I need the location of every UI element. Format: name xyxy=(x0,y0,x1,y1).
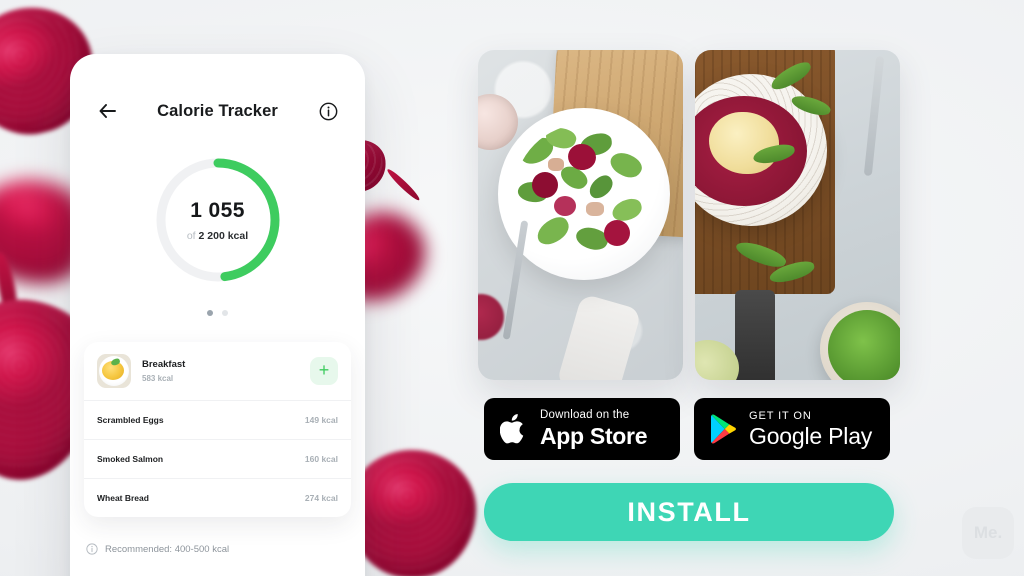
store-badges: Download on the App Store GET IT ON Goog… xyxy=(484,398,890,460)
food-row[interactable]: Wheat Bread 274 kcal xyxy=(84,478,351,517)
meal-thumbnail xyxy=(97,354,131,388)
recommendation-note: Recommended: 400-500 kcal xyxy=(70,517,365,555)
food-photo-gallery xyxy=(478,50,900,380)
back-button[interactable] xyxy=(94,98,120,124)
app-store-badge[interactable]: Download on the App Store xyxy=(484,398,680,460)
google-play-badge[interactable]: GET IT ON Google Play xyxy=(694,398,890,460)
google-play-small-text: GET IT ON xyxy=(749,409,812,422)
food-photo-carpaccio xyxy=(695,50,900,380)
food-calories: 160 kcal xyxy=(304,454,338,464)
pagination-dot-2[interactable] xyxy=(222,310,228,316)
app-header: Calorie Tracker xyxy=(70,54,365,124)
recommendation-text: Recommended: 400-500 kcal xyxy=(105,543,230,555)
food-name: Scrambled Eggs xyxy=(97,415,164,425)
meal-header-row[interactable]: Breakfast 583 kcal + xyxy=(84,342,351,400)
meals-card: Breakfast 583 kcal + Scrambled Eggs 149 … xyxy=(84,342,351,517)
info-circle-icon xyxy=(319,102,337,120)
poster-background: Calorie Tracker 1 055 of 2 200 kcal Brea… xyxy=(0,0,1024,576)
calories-goal: 2 200 kcal xyxy=(198,229,249,242)
plus-icon: + xyxy=(318,360,330,380)
google-play-big-text: Google Play xyxy=(749,422,873,449)
meal-calories: 583 kcal xyxy=(142,374,174,383)
add-food-button[interactable]: + xyxy=(310,357,338,385)
arrow-left-icon xyxy=(99,104,116,118)
calorie-progress-ring: 1 055 of 2 200 kcal xyxy=(154,156,282,284)
info-button[interactable] xyxy=(315,98,341,124)
page-title: Calorie Tracker xyxy=(157,101,278,120)
food-calories: 149 kcal xyxy=(304,415,338,425)
app-store-big-text: App Store xyxy=(540,422,648,449)
calories-goal-line: of 2 200 kcal xyxy=(187,230,248,242)
food-name: Wheat Bread xyxy=(97,493,149,503)
salad-contents xyxy=(514,124,654,264)
food-photo-salad xyxy=(478,50,683,380)
food-calories: 274 kcal xyxy=(304,493,338,503)
goal-prefix: of xyxy=(186,229,196,242)
food-row[interactable]: Smoked Salmon 160 kcal xyxy=(84,439,351,478)
beet-decoration-bottom-right xyxy=(345,447,479,576)
calories-consumed: 1 055 xyxy=(190,198,245,222)
meal-name: Breakfast xyxy=(142,359,186,370)
food-row[interactable]: Scrambled Eggs 149 kcal xyxy=(84,400,351,439)
watermark-logo: Me. xyxy=(962,507,1014,559)
google-play-icon xyxy=(711,414,736,444)
info-circle-icon xyxy=(86,543,98,555)
app-store-small-text: Download on the xyxy=(540,409,630,422)
phone-mockup: Calorie Tracker 1 055 of 2 200 kcal Brea… xyxy=(70,54,365,576)
food-name: Smoked Salmon xyxy=(97,454,164,464)
install-button[interactable]: INSTALL xyxy=(484,483,894,541)
pagination-dot-1[interactable] xyxy=(207,310,213,316)
apple-logo-icon xyxy=(500,414,524,444)
